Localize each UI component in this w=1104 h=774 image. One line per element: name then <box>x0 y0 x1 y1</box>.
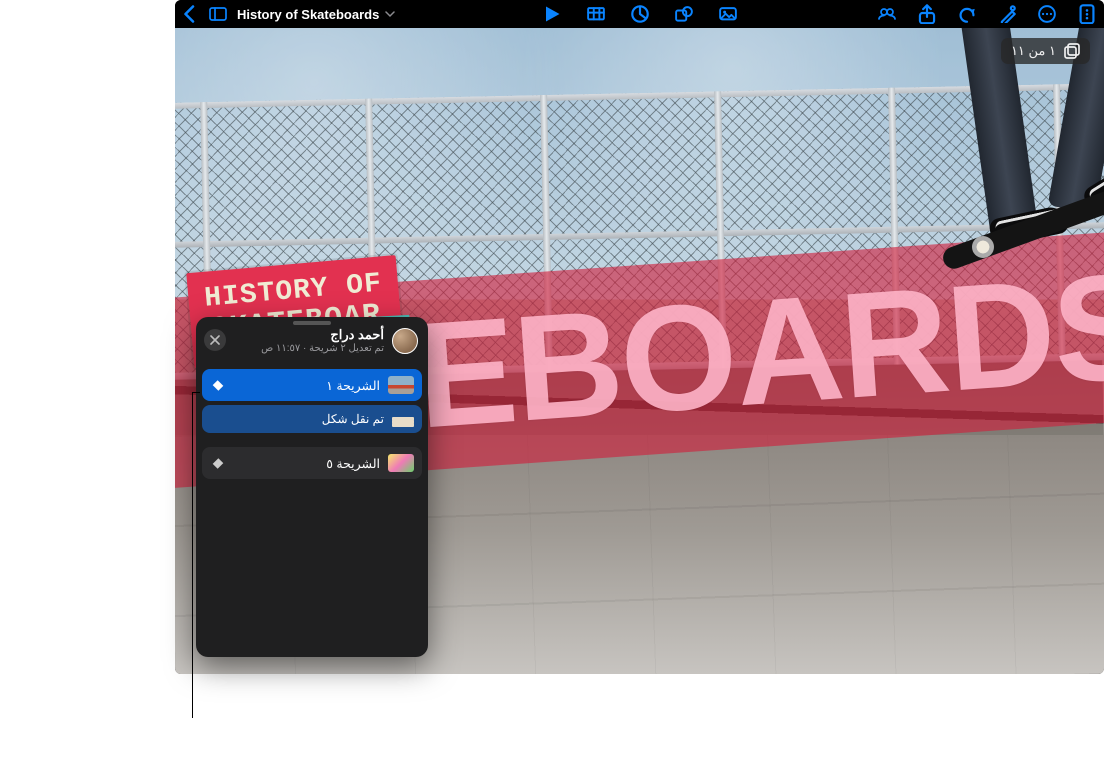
document-options-icon[interactable] <box>1078 5 1096 23</box>
more-icon[interactable] <box>1038 5 1056 23</box>
format-icon[interactable] <box>998 5 1016 23</box>
document-title-text: History of Skateboards <box>237 7 379 22</box>
table-icon[interactable] <box>587 5 605 23</box>
slide-count-badge[interactable]: ١ من ١١ <box>1001 38 1090 64</box>
skater-figure <box>824 28 1104 276</box>
chart-icon[interactable] <box>631 5 649 23</box>
drag-handle[interactable] <box>293 321 331 325</box>
collaborator-name: أحمد دراج <box>261 327 384 343</box>
back-icon[interactable] <box>181 5 199 23</box>
toolbar: History of Skateboards <box>175 0 1104 28</box>
chevron-down-icon <box>213 380 224 391</box>
change-item-moved-shape[interactable]: تم نقل شكل <box>202 405 422 433</box>
image-icon[interactable] <box>719 5 737 23</box>
play-icon[interactable] <box>543 5 561 23</box>
slide-thumb <box>388 376 414 394</box>
slide-count-text: ١ من ١١ <box>1011 43 1056 59</box>
slide-thumb <box>388 454 414 472</box>
change-item-label: الشريحة ٥ <box>230 456 380 471</box>
chevron-left-icon <box>213 458 224 469</box>
change-item-label: الشريحة ١ <box>230 378 380 393</box>
chevron-down-icon <box>385 9 395 19</box>
changes-subtitle: تم تعديل ٢ شريحة · ١١:٥٧ ص <box>261 343 384 354</box>
avatar <box>392 328 418 354</box>
change-item-label: تم نقل شكل <box>210 412 384 426</box>
undo-icon[interactable] <box>958 5 976 23</box>
close-button[interactable] <box>204 329 226 351</box>
shape-thumb-icon <box>392 417 414 421</box>
callout-line <box>192 392 193 718</box>
sidebar-toggle-icon[interactable] <box>209 5 227 23</box>
document-title[interactable]: History of Skateboards <box>237 7 395 22</box>
share-icon[interactable] <box>918 5 936 23</box>
slides-icon <box>1064 43 1080 59</box>
close-icon <box>210 335 220 345</box>
changes-panel: أحمد دراج تم تعديل ٢ شريحة · ١١:٥٧ ص الش… <box>196 317 428 657</box>
change-item-slide1[interactable]: الشريحة ١ <box>202 369 422 401</box>
shape-icon[interactable] <box>675 5 693 23</box>
change-item-slide5[interactable]: الشريحة ٥ <box>202 447 422 479</box>
collaborate-icon[interactable] <box>878 5 896 23</box>
